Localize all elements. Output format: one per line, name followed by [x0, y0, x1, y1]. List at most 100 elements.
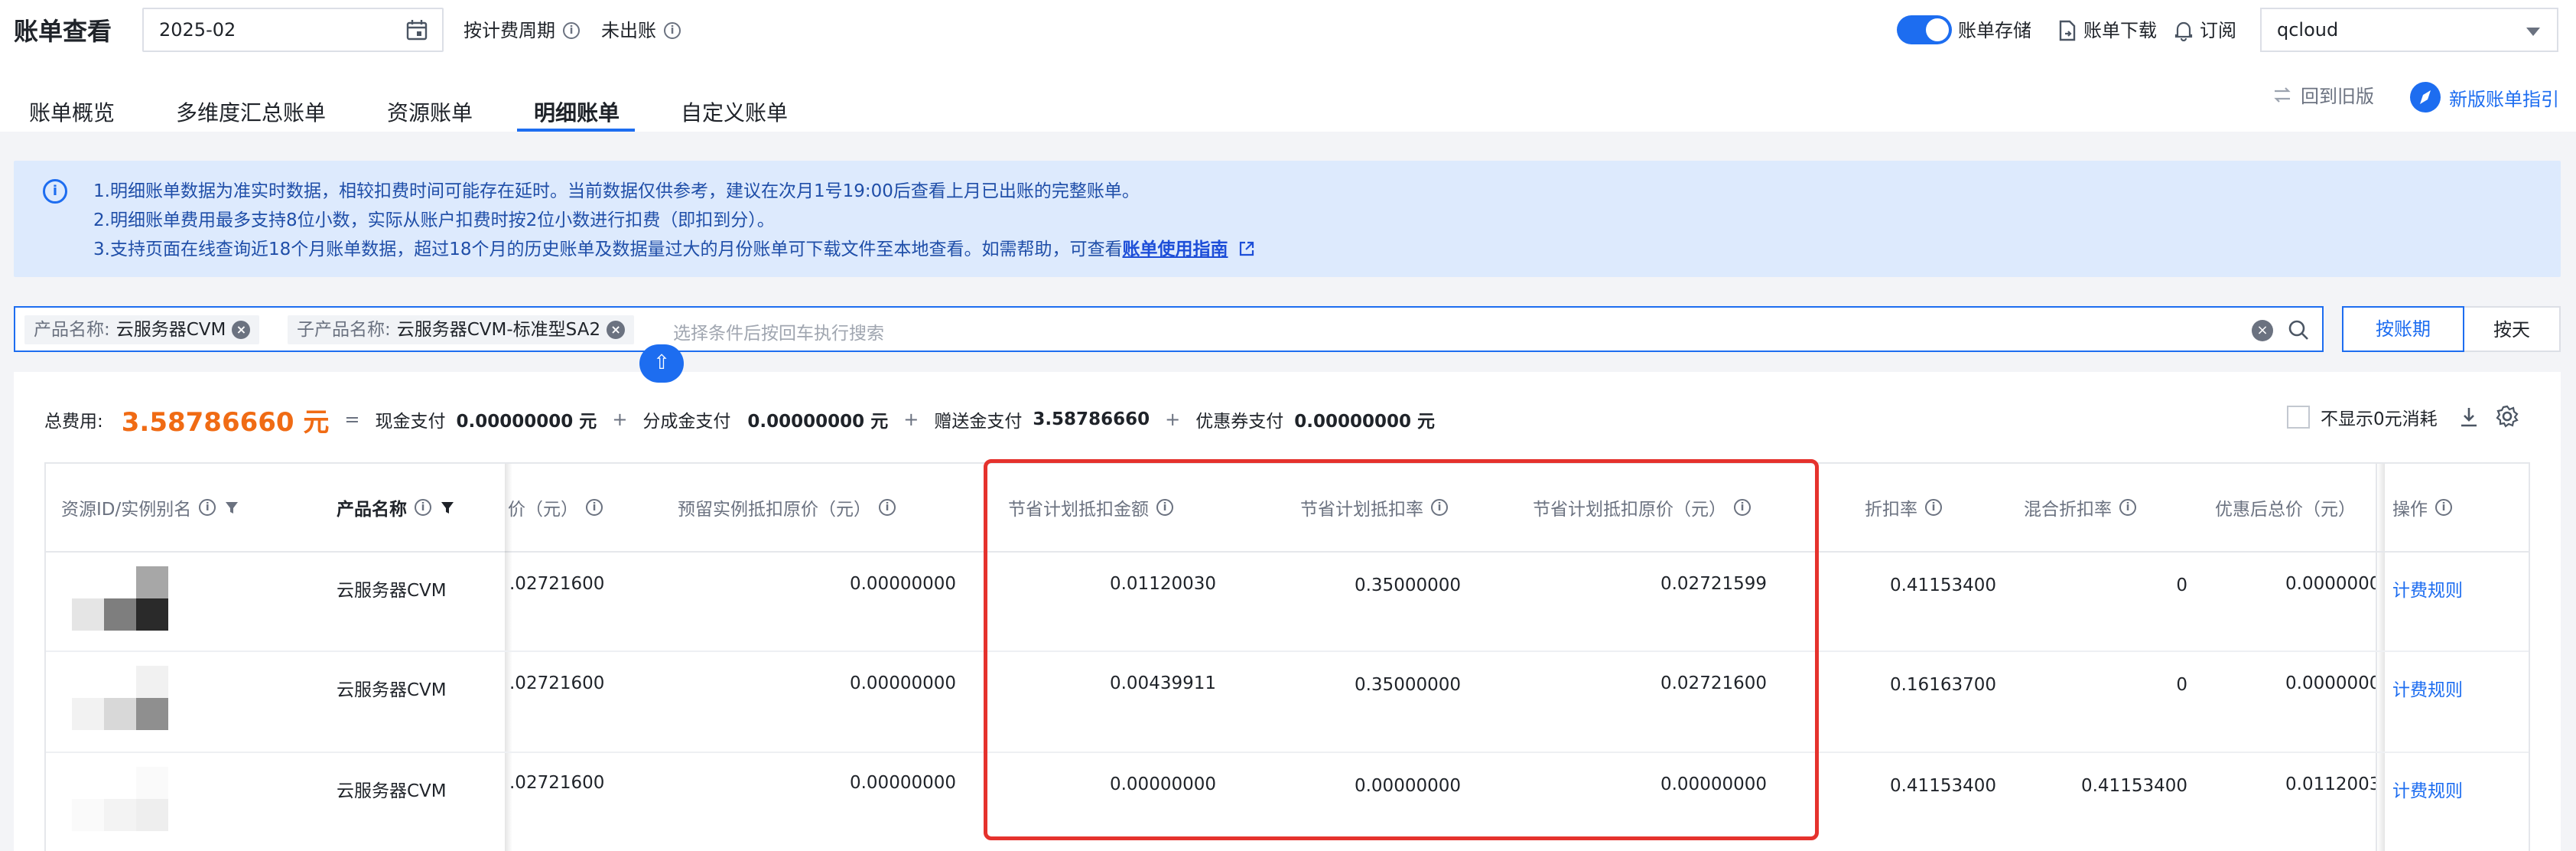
- cell-discount: 0.16163700: [1889, 675, 1996, 695]
- equals-sign: =: [344, 409, 360, 430]
- download-file-icon: [2059, 20, 2076, 41]
- billing-cycle-label: 按计费周期: [463, 20, 555, 41]
- resource-id-thumbnail[interactable]: [72, 767, 170, 833]
- unbilled-label: 未出账: [601, 20, 656, 41]
- tab-multi-dimension[interactable]: 多维度汇总账单: [176, 96, 326, 127]
- download-icon[interactable]: [2458, 406, 2480, 429]
- info-icon[interactable]: i: [879, 499, 896, 516]
- new-guide-button[interactable]: 新版账单指引: [2409, 81, 2559, 113]
- cell-after-discount: 0.0000000: [2285, 673, 2381, 693]
- tab-custom-bill[interactable]: 自定义账单: [681, 96, 788, 127]
- cell-mixed: 0: [2176, 675, 2187, 695]
- bill-storage-toggle[interactable]: [1897, 15, 1952, 44]
- plus-sign: +: [1165, 409, 1181, 430]
- bill-download-label: 账单下载: [2083, 20, 2157, 41]
- info-icon[interactable]: i: [2119, 499, 2136, 516]
- share-amount: 0.00000000 元: [747, 412, 889, 432]
- chip-key: 子产品名称:: [297, 320, 391, 340]
- info-icon[interactable]: i: [563, 22, 580, 39]
- header-divider: [2376, 551, 2529, 553]
- by-period-button[interactable]: 按账期: [2342, 306, 2464, 352]
- total-amount: 3.58786660 元: [121, 406, 330, 438]
- resource-id-thumbnail[interactable]: [72, 666, 170, 732]
- info-icon[interactable]: i: [2435, 499, 2452, 516]
- cell-mixed: 0.41153400: [2080, 776, 2187, 796]
- coupon-amount: 0.00000000 元: [1294, 412, 1435, 432]
- month-value: 2025-02: [159, 19, 236, 41]
- cell-product: 云服务器CVM: [337, 680, 447, 700]
- by-day-button[interactable]: 按天: [2464, 306, 2561, 352]
- tab-detail-bill[interactable]: 明细账单: [534, 96, 620, 127]
- header-label: 价（元）: [508, 500, 578, 520]
- share-label: 分成金支付: [642, 412, 731, 432]
- info-icon[interactable]: i: [664, 22, 681, 39]
- notice-line-2: 2.明细账单费用最多支持8位小数，实际从账户扣费时按2位小数进行扣费（即扣到分）…: [93, 210, 775, 230]
- filter-chip-product[interactable]: 产品名称: 云服务器CVM ×: [24, 315, 260, 344]
- back-to-old-button[interactable]: 回到旧版: [2272, 81, 2374, 108]
- page-title: 账单查看: [14, 17, 112, 46]
- search-icon[interactable]: [2287, 318, 2310, 341]
- col-header-mixed: 混合折扣率 i: [2024, 464, 2136, 551]
- filter-bar[interactable]: 产品名称: 云服务器CVM × 子产品名称: 云服务器CVM-标准型SA2 × …: [14, 306, 2324, 352]
- switch-icon: [2274, 86, 2291, 103]
- cell-price: .02721600: [509, 673, 605, 693]
- col-header-price: 价（元） i: [508, 464, 603, 551]
- cell-discount: 0.41153400: [1889, 575, 1996, 595]
- cash-label: 现金支付: [375, 412, 446, 432]
- cell-after-discount: 0.0000000: [2285, 574, 2381, 594]
- month-picker[interactable]: 2025-02: [142, 8, 444, 52]
- cell-mixed: 0: [2176, 575, 2187, 595]
- remove-chip-icon[interactable]: ×: [232, 321, 251, 339]
- bill-download-button[interactable]: 账单下载: [2057, 15, 2157, 46]
- header-label: 操作: [2392, 500, 2428, 520]
- header-label: 优惠后总价（元）: [2215, 500, 2356, 520]
- chip-value: 云服务器CVM: [115, 320, 226, 340]
- cell-reserved: 0.00000000: [849, 574, 956, 594]
- chevron-down-icon: [2526, 28, 2540, 36]
- external-link-icon[interactable]: [1238, 240, 1255, 257]
- billing-rule-link[interactable]: 计费规则: [2392, 675, 2463, 701]
- plus-sign: +: [612, 409, 628, 430]
- gift-label: 赠送金支付: [934, 412, 1023, 432]
- collapse-up-icon[interactable]: ⇧: [639, 344, 684, 383]
- tab-resource-bill[interactable]: 资源账单: [387, 96, 473, 127]
- cell-price: .02721600: [509, 773, 605, 793]
- col-header-ops: 操作 i: [2392, 464, 2452, 551]
- gear-icon[interactable]: [2495, 404, 2519, 429]
- compass-icon: [2410, 82, 2441, 112]
- highlight-box: [984, 459, 1819, 840]
- account-select[interactable]: qcloud: [2260, 8, 2558, 52]
- info-icon[interactable]: i: [586, 499, 603, 516]
- toggle-knob: [1926, 18, 1949, 41]
- gift-amount: 3.58786660: [1033, 409, 1150, 429]
- search-placeholder[interactable]: 选择条件后按回车执行搜索: [673, 318, 884, 344]
- hide-zero-checkbox[interactable]: [2287, 406, 2310, 429]
- chip-key: 产品名称:: [34, 320, 110, 340]
- row-divider: [2376, 650, 2529, 652]
- remove-chip-icon[interactable]: ×: [607, 321, 626, 339]
- bill-guide-link[interactable]: 账单使用指南: [1122, 240, 1228, 259]
- info-icon[interactable]: i: [1925, 499, 1942, 516]
- calendar-icon: [406, 20, 428, 41]
- cost-summary: 总费用: 3.58786660 元 = 现金支付 0.00000000 元 + …: [44, 398, 1435, 441]
- unbilled-option[interactable]: 未出账 i: [601, 15, 681, 46]
- notice-line-1: 1.明细账单数据为准实时数据，相较扣费时间可能存在延时。当前数据仅供参考，建议在…: [93, 181, 1140, 201]
- header-label: 折扣率: [1865, 500, 1917, 520]
- billing-rule-link[interactable]: 计费规则: [2392, 575, 2463, 602]
- clear-icon[interactable]: ×: [2252, 320, 2273, 341]
- filter-chip-subproduct[interactable]: 子产品名称: 云服务器CVM-标准型SA2 ×: [288, 315, 635, 344]
- tab-overview[interactable]: 账单概览: [29, 96, 115, 127]
- cash-amount: 0.00000000 元: [456, 412, 597, 432]
- billing-rule-link[interactable]: 计费规则: [2392, 776, 2463, 802]
- resource-id-thumbnail[interactable]: [72, 566, 170, 632]
- cell-product: 云服务器CVM: [337, 581, 447, 601]
- cell-discount: 0.41153400: [1889, 776, 1996, 796]
- cell-product: 云服务器CVM: [337, 781, 447, 801]
- subscribe-button[interactable]: 订阅: [2174, 15, 2236, 46]
- cell-price: .02721600: [509, 574, 605, 594]
- notice-line-3: 3.支持页面在线查询近18个月账单数据，超过18个月的历史账单及数据量过大的月份…: [93, 234, 1255, 260]
- total-label: 总费用:: [44, 412, 103, 432]
- account-value: qcloud: [2277, 19, 2339, 41]
- col-header-after-discount: 优惠后总价（元）: [2215, 464, 2356, 551]
- billing-cycle-option[interactable]: 按计费周期 i: [463, 15, 580, 46]
